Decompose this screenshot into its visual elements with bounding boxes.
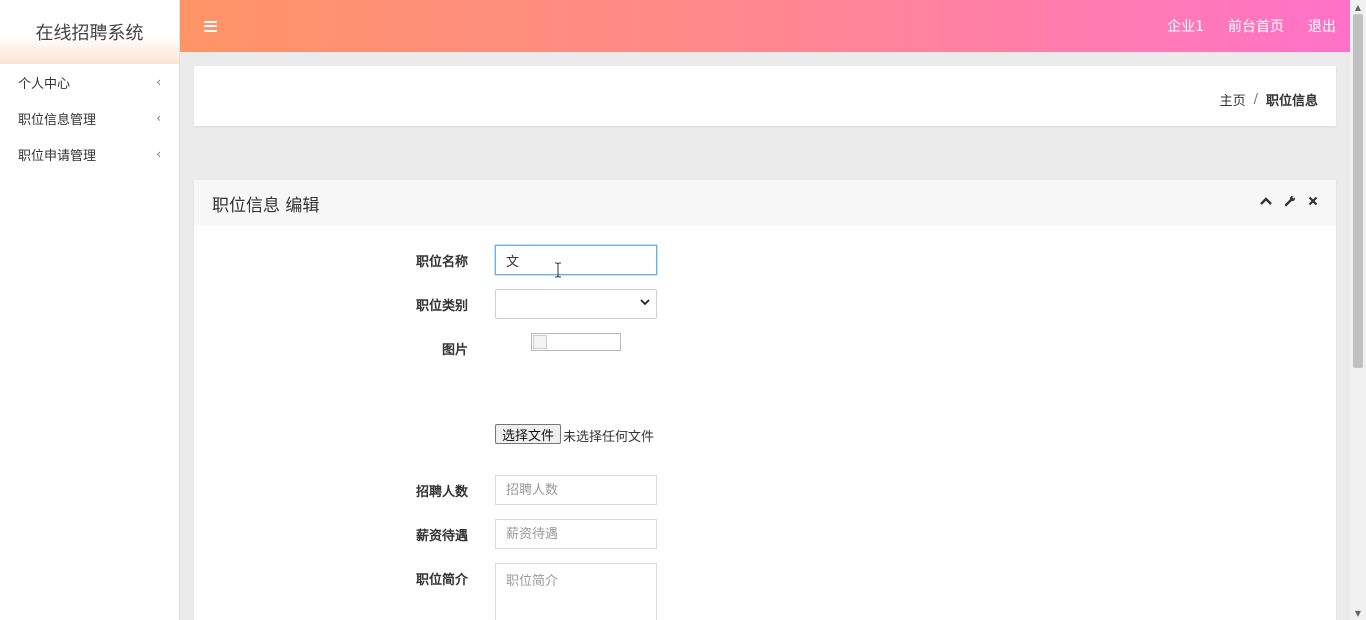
front-home-link[interactable]: 前台首页 <box>1228 16 1284 36</box>
sidebar-item-personal-center[interactable]: 个人中心 ‹ <box>0 64 179 100</box>
chevron-left-icon: ‹ <box>156 75 161 89</box>
panel-tools <box>1260 195 1318 211</box>
top-links: 企业1 前台首页 退出 <box>1167 16 1336 36</box>
brand-title: 在线招聘系统 <box>0 0 179 64</box>
job-name-input[interactable] <box>495 245 657 275</box>
menu-toggle-icon[interactable] <box>204 20 217 32</box>
scrollbar-thumb[interactable] <box>1353 14 1363 368</box>
breadcrumb-home[interactable]: 主页 <box>1220 90 1246 109</box>
sidebar-item-label: 个人中心 <box>18 76 71 92</box>
job-name-label: 职位名称 <box>415 255 468 270</box>
image-label: 图片 <box>441 343 468 358</box>
salary-input[interactable] <box>495 519 657 549</box>
headcount-input[interactable] <box>495 475 657 505</box>
job-category-label: 职位类别 <box>415 299 468 314</box>
panel-title: 职位信息 编辑 <box>212 195 320 216</box>
scroll-up-icon[interactable]: ▲ <box>1350 0 1366 14</box>
chevron-down-icon <box>640 297 650 310</box>
headcount-label: 招聘人数 <box>415 485 468 500</box>
page-scrollbar[interactable]: ▲ ▼ <box>1350 0 1366 620</box>
breadcrumb: 主页 / 职位信息 <box>194 66 1336 126</box>
sidebar-item-job-management[interactable]: 职位信息管理 ‹ <box>0 100 179 136</box>
sidebar: 在线招聘系统 个人中心 ‹ 职位信息管理 ‹ 职位申请管理 ‹ <box>0 0 180 620</box>
edit-panel: 职位信息 编辑 职位名称 职位类别 图片 选择文件 未选择任何文件 招聘人数 <box>194 180 1336 620</box>
sidebar-item-label: 职位信息管理 <box>18 112 97 128</box>
chevron-left-icon: ‹ <box>156 111 161 125</box>
current-user-link[interactable]: 企业1 <box>1167 16 1204 36</box>
top-bar: 企业1 前台首页 退出 <box>180 0 1350 52</box>
choose-file-button[interactable]: 选择文件 <box>495 424 562 444</box>
sidebar-item-label: 职位申请管理 <box>18 148 97 164</box>
scroll-down-icon[interactable]: ▼ <box>1350 606 1366 620</box>
wrench-icon[interactable] <box>1284 195 1296 211</box>
intro-label: 职位简介 <box>415 573 468 588</box>
image-preview <box>531 333 621 351</box>
close-icon[interactable] <box>1308 195 1318 211</box>
salary-label: 薪资待遇 <box>415 529 468 544</box>
panel-header: 职位信息 编辑 <box>194 180 1336 226</box>
broken-image-icon <box>533 335 547 349</box>
sidebar-item-application-management[interactable]: 职位申请管理 ‹ <box>0 136 179 172</box>
intro-textarea[interactable]: 职位简介 <box>495 563 657 620</box>
logout-link[interactable]: 退出 <box>1308 16 1336 36</box>
text-cursor-icon <box>554 262 562 282</box>
breadcrumb-separator: / <box>1253 91 1258 107</box>
breadcrumb-current: 职位信息 <box>1265 93 1318 109</box>
collapse-icon[interactable] <box>1260 195 1272 211</box>
file-status-text: 未选择任何文件 <box>563 430 655 445</box>
chevron-left-icon: ‹ <box>156 147 161 161</box>
job-category-select[interactable] <box>495 289 657 319</box>
